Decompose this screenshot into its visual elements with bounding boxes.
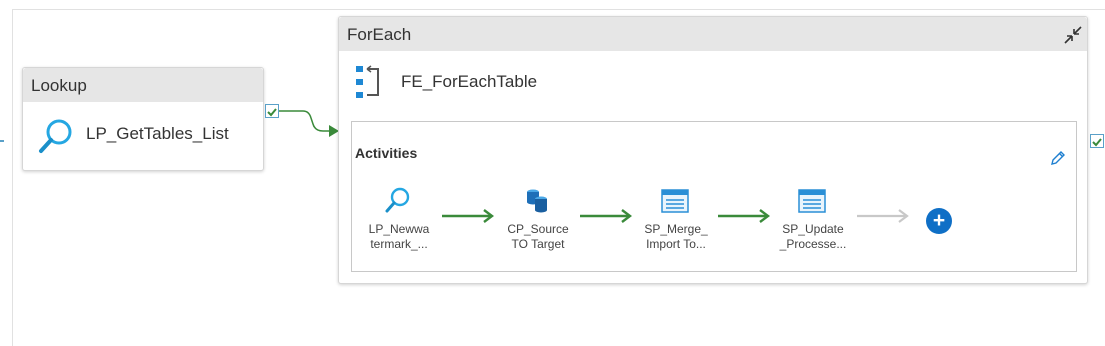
add-activity-button[interactable]: +	[926, 208, 952, 234]
canvas-divider-left	[12, 9, 13, 346]
pending-connector-arrow	[857, 209, 909, 223]
inner-activity-label: SP_Merge_ Import To...	[638, 222, 714, 252]
inner-activities-panel: Activities LP_Newwa termark_... CP_Sourc…	[351, 121, 1077, 272]
stored-procedure-icon	[798, 189, 826, 213]
label-line-2: _Processe...	[779, 237, 847, 251]
label-line-1: SP_Update	[782, 222, 844, 236]
label-line-2: termark_...	[370, 237, 428, 251]
activity-name: LP_GetTables_List	[86, 124, 229, 143]
stored-procedure-icon	[661, 189, 689, 213]
label-line-2: TO Target	[511, 237, 565, 251]
activity-type-label: ForEach	[347, 25, 412, 44]
collapse-icon[interactable]	[1062, 24, 1084, 46]
success-connector-arrow[interactable]	[580, 208, 636, 224]
incoming-connector-fragment	[0, 140, 4, 142]
success-connector-arrow[interactable]	[279, 104, 341, 140]
success-output-handle[interactable]	[265, 104, 279, 118]
activity-type-label: Lookup	[31, 76, 87, 95]
pipeline-canvas[interactable]: Lookup LP_GetTables_List ForEach FE_ForE…	[0, 0, 1105, 346]
label-line-1: CP_Source	[507, 222, 569, 236]
foreach-icon	[356, 65, 379, 98]
label-line-1: LP_Newwa	[368, 222, 430, 236]
activity-name: FE_ForEachTable	[401, 72, 538, 91]
lookup-activity-card[interactable]: Lookup LP_GetTables_List	[22, 67, 264, 171]
inner-activity-label: CP_Source TO Target	[500, 222, 576, 252]
lookup-icon	[385, 187, 410, 213]
activities-title: Activities	[355, 145, 418, 161]
checkmark-icon	[1092, 138, 1102, 147]
success-connector-arrow[interactable]	[442, 208, 498, 224]
copy-database-icon	[527, 189, 547, 213]
edit-pencil-icon[interactable]	[1049, 149, 1067, 167]
label-line-2: Import To...	[646, 237, 706, 251]
foreach-card-header: ForEach	[339, 17, 1087, 51]
checkmark-icon	[267, 108, 277, 117]
inner-activity-label: LP_Newwa termark_...	[361, 222, 437, 252]
lookup-card-header: Lookup	[23, 68, 263, 102]
foreach-activity-container[interactable]: ForEach FE_ForEachTable Activities LP_Ne…	[338, 16, 1088, 284]
label-line-1: SP_Merge_	[644, 222, 708, 236]
success-connector-arrow[interactable]	[718, 208, 774, 224]
success-output-handle[interactable]	[1090, 134, 1104, 148]
inner-activity-label: SP_Update _Processe...	[775, 222, 851, 252]
canvas-divider-top	[12, 9, 1105, 10]
lookup-icon	[39, 119, 72, 153]
